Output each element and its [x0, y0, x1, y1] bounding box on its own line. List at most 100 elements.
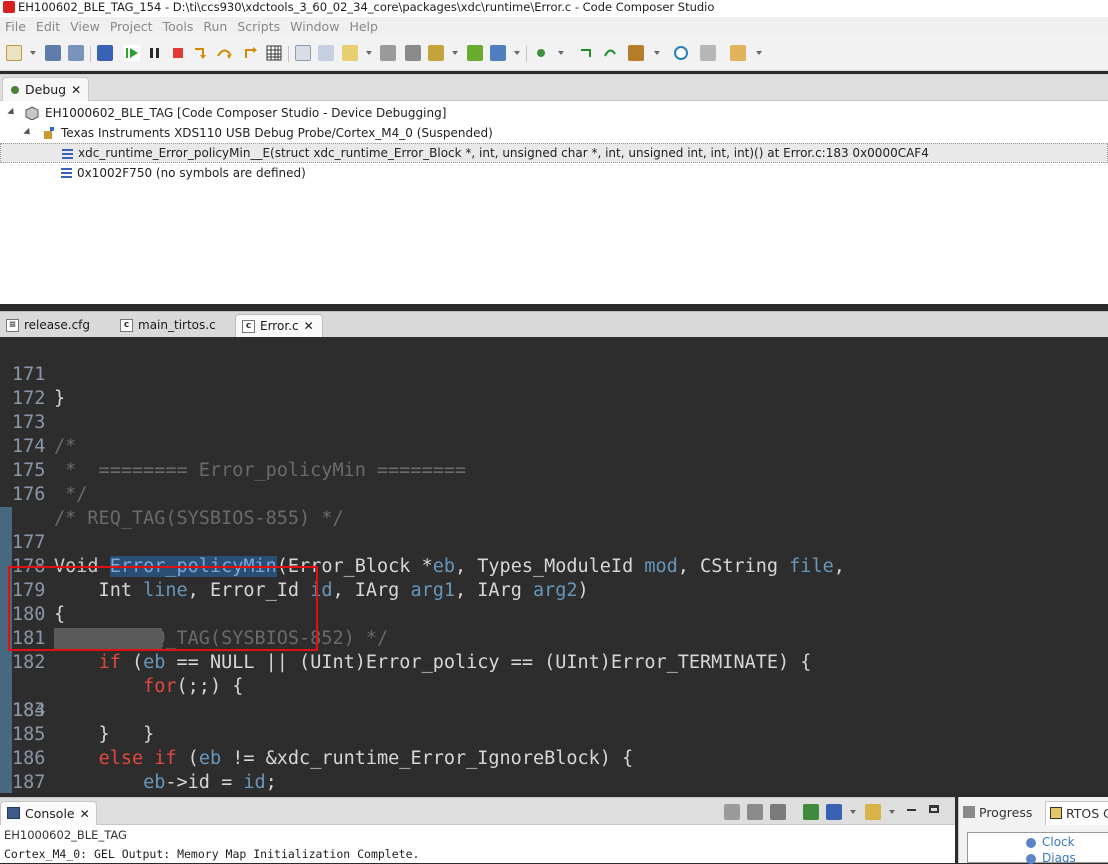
disconnect-icon[interactable] — [318, 45, 334, 61]
terminal-icon[interactable] — [700, 45, 716, 61]
code-line: 178 Int line, Error_Id id, IArg arg1, IA… — [0, 507, 1108, 601]
connect-target-icon[interactable] — [295, 45, 311, 61]
rtos-item-diags[interactable]: Diags — [1042, 851, 1076, 863]
hammer-icon[interactable] — [628, 45, 644, 61]
new-console-icon[interactable] — [865, 804, 881, 820]
tab-label: Error.c — [260, 319, 299, 333]
tab-rtos-label: RTOS C — [1066, 806, 1108, 821]
code-line: 172 — [0, 363, 1108, 409]
menu-project[interactable]: Project — [110, 19, 153, 34]
debug-tabbar: Debug ✕ — [0, 75, 1108, 101]
menu-file[interactable]: File — [5, 19, 26, 34]
menu-run[interactable]: Run — [203, 19, 227, 34]
tab-debug-label: Debug — [25, 82, 67, 97]
prev-annotation-icon[interactable] — [602, 45, 618, 61]
tab-rtos[interactable]: RTOS C — [1045, 801, 1108, 825]
code-line: 186 eb->id = id; — [0, 699, 1108, 793]
resume-icon[interactable] — [124, 45, 140, 61]
sync-icon[interactable] — [490, 45, 506, 61]
reset-cpu-icon[interactable] — [380, 45, 396, 61]
tree-expanded-icon[interactable] — [7, 107, 17, 118]
bug-icon — [11, 86, 19, 94]
menu-view[interactable]: View — [70, 19, 100, 34]
ccs-app-icon — [3, 1, 15, 13]
window-title: EH100602_BLE_TAG_154 - D:\ti\ccs930\xdct… — [18, 0, 715, 14]
terminate-icon[interactable] — [170, 45, 186, 61]
debug-session-row[interactable]: EH1000602_BLE_TAG [Code Composer Studio … — [0, 103, 1108, 123]
c-file-icon: c — [242, 320, 255, 333]
code-line: 187 } — [0, 723, 1108, 793]
rtos-item-clock[interactable]: Clock — [1042, 835, 1075, 849]
menu-scripts[interactable]: Scripts — [237, 19, 280, 34]
pin-console-icon[interactable] — [803, 804, 819, 820]
tab-main-tirtos[interactable]: c main_tirtos.c — [114, 314, 224, 338]
code-editor[interactable]: 171 } 172 173 /* 174 * ======== Error_po… — [0, 337, 1108, 793]
code-line: 177 Void Error_policyMin(Error_Block *eb… — [0, 483, 1108, 577]
display-console-icon[interactable] — [826, 804, 842, 820]
console-action-icon[interactable] — [770, 804, 786, 820]
tree-expanded-icon[interactable] — [23, 127, 33, 138]
tab-error-c[interactable]: c Error.c ✕ — [235, 314, 323, 338]
tab-console[interactable]: Console ✕ — [0, 801, 97, 825]
progress-rtos-view: Progress RTOS C Clock Diags — [958, 797, 1108, 864]
rtos-object-list[interactable]: Clock Diags — [967, 832, 1108, 864]
close-icon[interactable]: ✕ — [304, 319, 314, 333]
console-output-line: Cortex_M4_0: GEL Output: Memory Map Init… — [4, 847, 420, 861]
rtos-grid-icon — [1050, 807, 1062, 819]
maximize-icon[interactable] — [929, 805, 939, 813]
new-icon[interactable] — [6, 45, 22, 61]
debug-probe-label: Texas Instruments XDS110 USB Debug Probe… — [61, 126, 493, 140]
code-line: 184 } — [0, 651, 1108, 745]
stopwatch-icon[interactable] — [673, 45, 689, 61]
stack-frame-row[interactable]: 0x1002F750 (no symbols are defined) — [0, 163, 1108, 183]
debug-session-label: EH1000602_BLE_TAG [Code Composer Studio … — [45, 106, 447, 120]
stack-frame-row[interactable]: xdc_runtime_Error_policyMin__E(struct xd… — [0, 143, 1108, 163]
menu-edit[interactable]: Edit — [36, 19, 60, 34]
close-icon[interactable]: ✕ — [71, 83, 81, 97]
tab-debug[interactable]: Debug ✕ — [2, 77, 90, 101]
breakpoint-icon[interactable] — [533, 45, 549, 61]
console-view: Console ✕ EH1000602_BLE_TAG Cortex_M4_0: … — [0, 797, 955, 863]
debug-probe-row[interactable]: Texas Instruments XDS110 USB Debug Probe… — [0, 123, 1108, 143]
c-file-icon: c — [120, 319, 133, 332]
cfg-file-icon: ≡ — [6, 319, 19, 332]
code-line: 176 /* REQ_TAG(SYSBIOS-855) */ — [0, 459, 1108, 529]
wand-icon[interactable] — [730, 45, 746, 61]
stack-frame-label: xdc_runtime_Error_policyMin__E(struct xd… — [78, 146, 929, 160]
suspend-icon[interactable] — [147, 45, 163, 61]
save-all-icon[interactable] — [68, 45, 84, 61]
next-annotation-icon[interactable] — [578, 45, 594, 61]
menu-bar: File Edit View Project Tools Run Scripts Window… — [0, 17, 1108, 37]
stack-frame-icon — [62, 149, 73, 159]
menu-window[interactable]: Window — [290, 19, 339, 34]
progress-icon — [963, 806, 975, 818]
restart-icon[interactable] — [405, 45, 421, 61]
memory-grid-icon[interactable] — [266, 45, 282, 61]
menu-help[interactable]: Help — [349, 19, 378, 34]
stack-frame-label: 0x1002F750 (no symbols are defined) — [77, 166, 306, 180]
code-line: 189 return; — [0, 771, 1108, 793]
tab-release-cfg[interactable]: ≡ release.cfg — [0, 314, 98, 338]
minimize-icon[interactable] — [907, 809, 916, 811]
close-icon[interactable]: ✕ — [80, 807, 90, 821]
tab-progress[interactable]: Progress — [963, 805, 1032, 820]
new-dropdown-icon[interactable] — [30, 51, 36, 55]
step-over-icon[interactable] — [216, 45, 232, 61]
menu-tools[interactable]: Tools — [163, 19, 194, 34]
console-icon — [7, 807, 20, 819]
refresh-icon[interactable] — [467, 45, 483, 61]
session-cube-icon — [25, 106, 39, 121]
code-line: 173 /* — [0, 387, 1108, 457]
load-program-icon[interactable] — [342, 45, 358, 61]
save-icon[interactable] — [45, 45, 61, 61]
step-return-icon[interactable] — [242, 45, 258, 61]
window-titlebar: EH100602_BLE_TAG_154 - D:\ti\ccs930\xdct… — [0, 0, 1108, 17]
console-action-icon[interactable] — [724, 804, 740, 820]
code-line: 171 } — [0, 339, 1108, 409]
build-icon[interactable] — [428, 45, 444, 61]
console-action-icon[interactable] — [747, 804, 763, 820]
tab-progress-label: Progress — [979, 805, 1033, 820]
thread-icon — [42, 126, 56, 140]
step-into-icon[interactable] — [192, 45, 208, 61]
debug-view-icon[interactable] — [97, 45, 113, 61]
